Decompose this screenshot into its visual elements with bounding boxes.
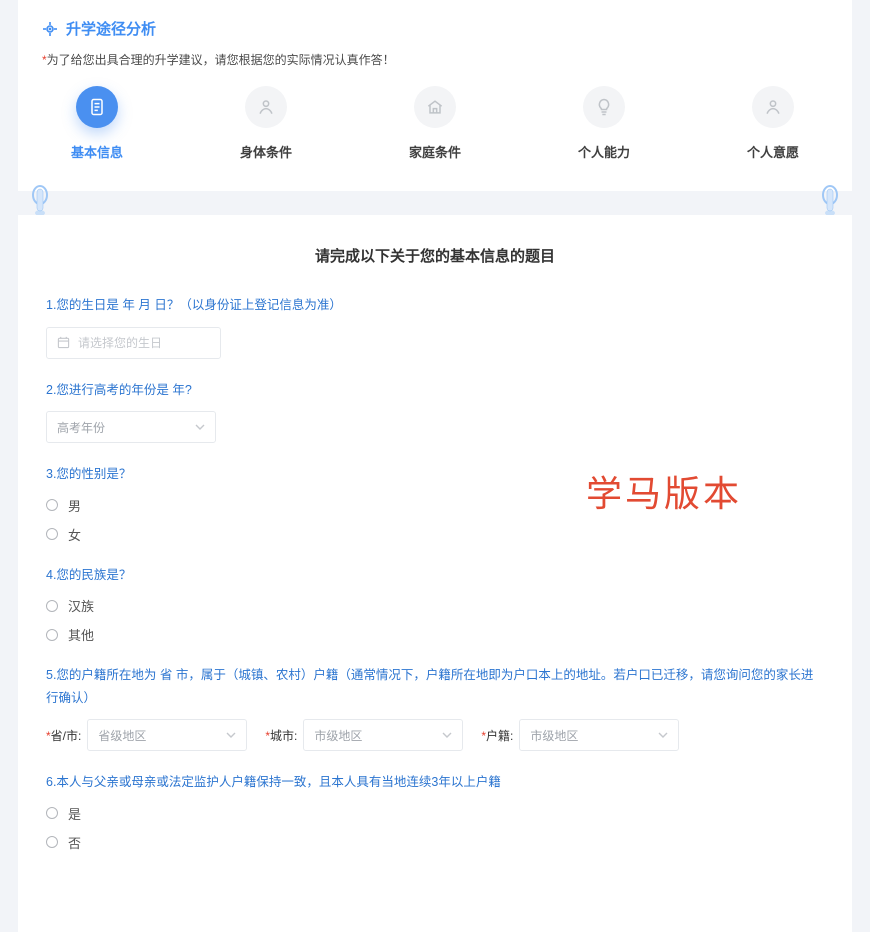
person-icon (245, 86, 287, 128)
province-group: *省/市: 省级地区 (46, 719, 247, 751)
tab-label: 个人能力 (563, 142, 645, 161)
field-label: *城市: (265, 727, 297, 744)
province-select[interactable]: 省级地区 (87, 719, 247, 751)
question-hukou: 5.您的户籍所在地为 省 市，属于（城镇、农村）户籍（通常情况下，户籍所在地即为… (46, 664, 824, 751)
radio-icon (46, 499, 58, 511)
chevron-down-icon (226, 730, 236, 740)
city-select[interactable]: 市级地区 (303, 719, 463, 751)
question-label: 4.您的民族是？ (46, 564, 824, 587)
tab-family[interactable]: 家庭条件 (394, 86, 476, 161)
question-label: 5.您的户籍所在地为 省 市，属于（城镇、农村）户籍（通常情况下，户籍所在地即为… (46, 664, 824, 709)
tab-label: 个人意愿 (732, 142, 814, 161)
lightbulb-icon (583, 86, 625, 128)
radio-option-male[interactable]: 男 (46, 496, 824, 515)
warning-text: *为了给您出具合理的升学建议，请您根据您的实际情况认真作答！ (42, 51, 828, 68)
tab-label: 家庭条件 (394, 142, 476, 161)
radio-label: 是 (68, 804, 81, 823)
tab-basic-info[interactable]: 基本信息 (56, 86, 138, 161)
section-title: 请完成以下关于您的基本信息的题目 (46, 245, 824, 266)
target-icon (42, 21, 58, 37)
input-placeholder: 请选择您的生日 (78, 334, 162, 351)
radio-icon (46, 629, 58, 641)
field-label: *省/市: (46, 727, 81, 744)
radio-option-other[interactable]: 其他 (46, 625, 824, 644)
radio-option-han[interactable]: 汉族 (46, 596, 824, 615)
hukou-group: *户籍: 市级地区 (481, 719, 679, 751)
question-gender: 3.您的性别是？ 男 女 (46, 463, 824, 544)
radio-icon (46, 807, 58, 819)
radio-label: 女 (68, 525, 81, 544)
radio-option-no[interactable]: 否 (46, 833, 824, 852)
question-label: 3.您的性别是？ (46, 463, 824, 486)
radio-option-yes[interactable]: 是 (46, 804, 824, 823)
hukou-select[interactable]: 市级地区 (519, 719, 679, 751)
chevron-down-icon (658, 730, 668, 740)
question-birthday: 1.您的生日是 年 月 日？（以身份证上登记信息为准） 请选择您的生日 (46, 294, 824, 359)
select-placeholder: 市级地区 (314, 727, 362, 744)
select-placeholder: 市级地区 (530, 727, 578, 744)
radio-option-female[interactable]: 女 (46, 525, 824, 544)
form-card: 学马版本 请完成以下关于您的基本信息的题目 1.您的生日是 年 月 日？（以身份… (18, 215, 852, 932)
question-ethnicity: 4.您的民族是？ 汉族 其他 (46, 564, 824, 645)
radio-label: 其他 (68, 625, 94, 644)
page-header: 升学途径分析 (42, 18, 828, 39)
tab-preference[interactable]: 个人意愿 (732, 86, 814, 161)
question-label: 2.您进行高考的年份是 年? (46, 379, 824, 402)
document-icon (76, 86, 118, 128)
chevron-down-icon (195, 422, 205, 432)
person-icon (752, 86, 794, 128)
select-placeholder: 高考年份 (57, 419, 105, 436)
question-hukou-consistency: 6.本人与父亲或母亲或法定监护人户籍保持一致，且本人具有当地连续3年以上户籍 是… (46, 771, 824, 852)
tab-label: 身体条件 (225, 142, 307, 161)
calendar-icon (57, 336, 70, 349)
radio-icon (46, 528, 58, 540)
question-exam-year: 2.您进行高考的年份是 年? 高考年份 (46, 379, 824, 444)
step-tabs: 基本信息 身体条件 家庭条件 (42, 86, 828, 161)
header-card: 升学途径分析 *为了给您出具合理的升学建议，请您根据您的实际情况认真作答！ 基本… (18, 0, 852, 191)
field-label: *户籍: (481, 727, 513, 744)
house-icon (414, 86, 456, 128)
binder-gap (12, 191, 858, 215)
birthday-input[interactable]: 请选择您的生日 (46, 327, 221, 359)
tab-ability[interactable]: 个人能力 (563, 86, 645, 161)
chevron-down-icon (442, 730, 452, 740)
question-label: 6.本人与父亲或母亲或法定监护人户籍保持一致，且本人具有当地连续3年以上户籍 (46, 771, 824, 794)
radio-label: 男 (68, 496, 81, 515)
tab-label: 基本信息 (56, 142, 138, 161)
radio-icon (46, 600, 58, 612)
radio-label: 汉族 (68, 596, 94, 615)
radio-label: 否 (68, 833, 81, 852)
question-label: 1.您的生日是 年 月 日？（以身份证上登记信息为准） (46, 294, 824, 317)
select-placeholder: 省级地区 (98, 727, 146, 744)
page-title: 升学途径分析 (66, 18, 156, 39)
city-group: *城市: 市级地区 (265, 719, 463, 751)
radio-icon (46, 836, 58, 848)
tab-physical[interactable]: 身体条件 (225, 86, 307, 161)
exam-year-select[interactable]: 高考年份 (46, 411, 216, 443)
